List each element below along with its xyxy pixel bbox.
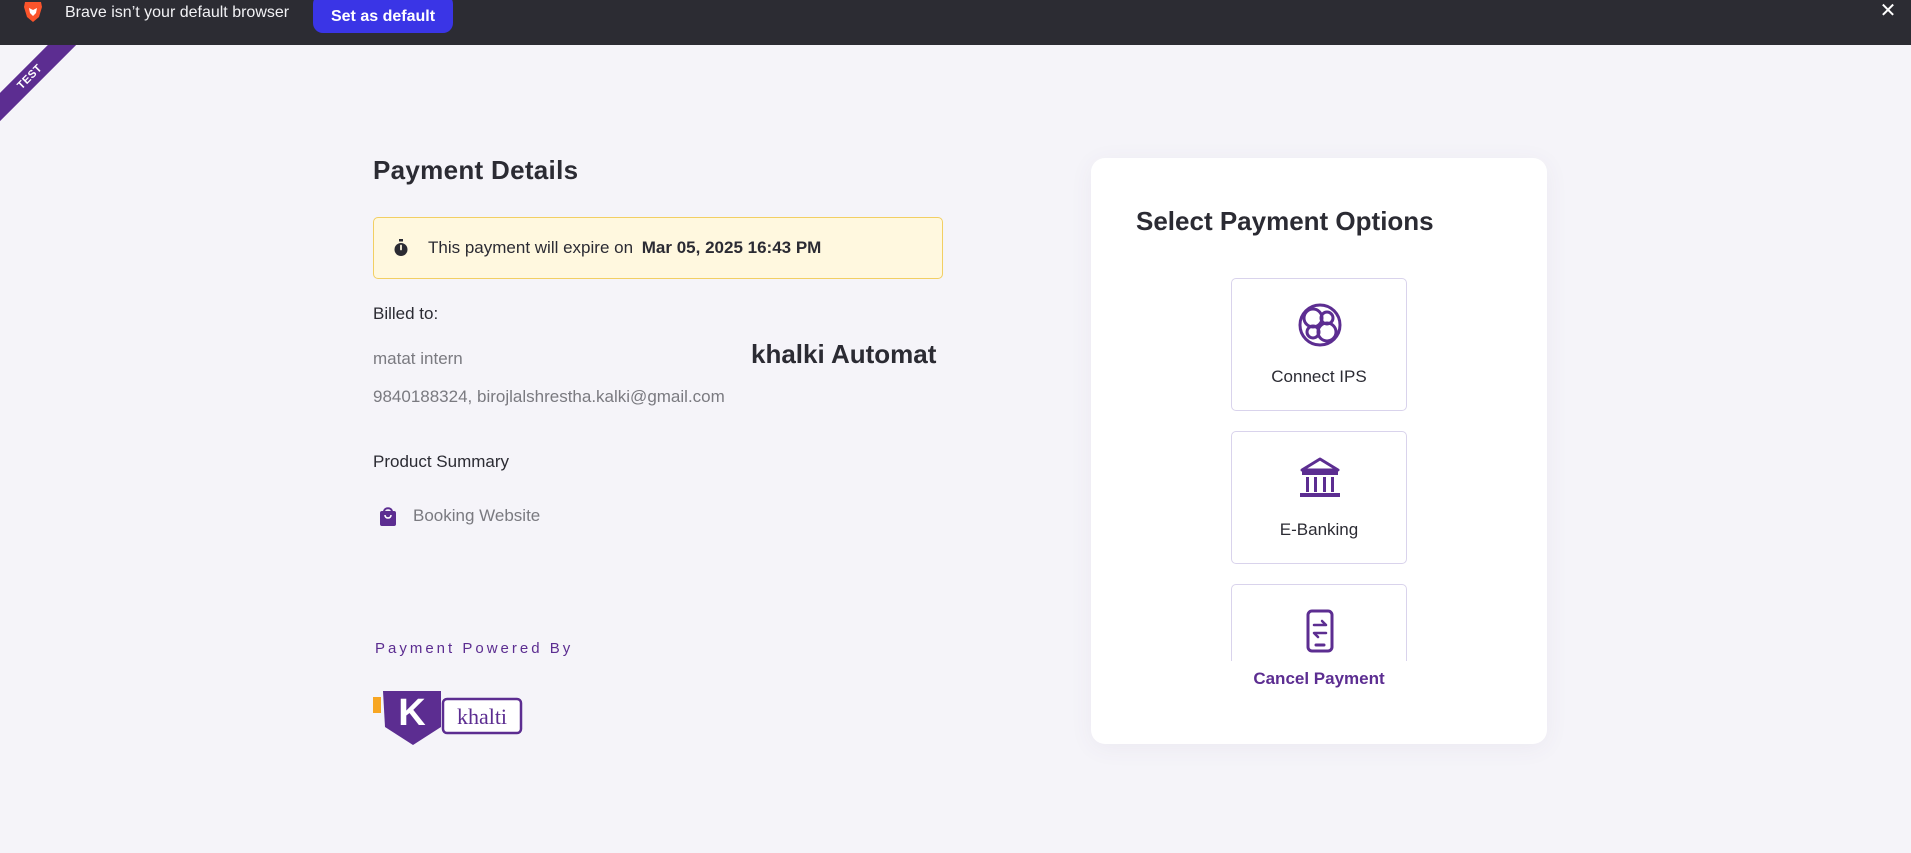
payment-options-scroll[interactable]: Connect IPS E-Banking [1231,278,1407,661]
stopwatch-icon [394,239,408,256]
connect-ips-icon [1298,303,1342,347]
close-icon[interactable]: ✕ [1879,1,1897,21]
shopping-bag-icon [380,507,396,526]
merchant-name: khalki Automat [751,339,937,369]
mobile-transfer-icon [1306,609,1334,653]
test-ribbon-label: TEST [0,45,80,125]
set-as-default-button[interactable]: Set as default [313,0,453,33]
product-name: Booking Website [413,506,541,525]
option-connect-ips[interactable]: Connect IPS [1231,278,1407,411]
expiry-notice: This payment will expire on Mar 05, 2025… [373,217,943,279]
customer-contact: 9840188324, birojlalshrestha.kalki@gmail… [373,387,725,406]
powered-by-label: Payment Powered By [375,640,574,657]
svg-text:K: K [398,692,426,734]
page-title: Payment Details [373,155,579,185]
khalti-logo: K khalti [373,691,523,745]
billed-to-label: Billed to: [373,304,439,323]
cancel-payment-button[interactable]: Cancel Payment [1231,669,1407,689]
payment-options-list[interactable]: Connect IPS E-Banking Cancel Payment [1231,278,1407,819]
default-browser-infobar: Brave isn’t your default browser Set as … [0,0,1911,45]
expiry-text: This payment will expire on Mar 05, 2025… [428,238,821,258]
product-summary-label: Product Summary [373,452,510,471]
brave-lion-icon [24,2,42,22]
expiry-date: Mar 05, 2025 16:43 PM [641,238,822,257]
option-label: E-Banking [1279,520,1359,539]
option-e-banking[interactable]: E-Banking [1231,431,1407,564]
option-label: Connect IPS [1271,367,1367,386]
test-ribbon: TEST [0,45,80,125]
bank-icon [1300,457,1340,497]
card-title: Select Payment Options [1136,206,1434,236]
khalti-logo-text: khalti [457,704,507,729]
payment-details-section: Payment Details This payment will expire… [373,155,943,745]
expiry-prefix: This payment will expire on [428,238,634,257]
infobar-message: Brave isn’t your default browser [65,4,290,21]
payment-options-card: Select Payment Options Connect IPS E-Ban… [1091,158,1547,744]
option-mobile-banking[interactable] [1231,584,1407,661]
product-item: Booking Website [373,505,540,527]
customer-name: matat intern [373,349,463,368]
